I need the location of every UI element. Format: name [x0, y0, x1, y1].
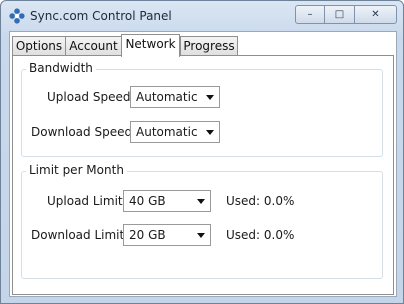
limit-group-title: Limit per Month — [26, 163, 127, 177]
tab-account[interactable]: Account — [65, 36, 122, 56]
chevron-down-icon — [206, 95, 214, 100]
tab-progress[interactable]: Progress — [180, 36, 238, 56]
maximize-icon: □ — [334, 9, 345, 20]
minimize-button[interactable]: – — [295, 5, 325, 24]
tab-network[interactable]: Network — [121, 34, 180, 57]
bandwidth-group-title: Bandwidth — [26, 61, 96, 75]
chevron-down-icon — [197, 199, 205, 204]
download-speed-select[interactable]: Automatic — [130, 121, 220, 143]
close-button[interactable]: ✕ — [355, 5, 397, 24]
minimize-icon: – — [307, 9, 313, 20]
client-area: Options Account Network Progress Bandwid… — [9, 31, 397, 297]
download-used-text: Used: 0.0% — [226, 228, 295, 242]
upload-speed-value: Automatic — [136, 90, 198, 104]
upload-limit-select[interactable]: 40 GB — [123, 190, 211, 212]
network-tab-panel: Bandwidth Upload Speed Automatic Downloa… — [12, 55, 394, 295]
upload-speed-select[interactable]: Automatic — [130, 86, 220, 108]
upload-used-text: Used: 0.0% — [226, 194, 295, 208]
title-bar[interactable]: Sync.com Control Panel – □ ✕ — [1, 1, 403, 31]
sync-logo-icon — [9, 8, 25, 24]
download-limit-value: 20 GB — [129, 228, 166, 242]
upload-limit-value: 40 GB — [129, 194, 166, 208]
tab-options[interactable]: Options — [12, 36, 66, 56]
window-controls: – □ ✕ — [295, 5, 397, 25]
window: Sync.com Control Panel – □ ✕ Options Acc… — [0, 0, 404, 304]
maximize-button[interactable]: □ — [325, 5, 355, 24]
download-speed-value: Automatic — [136, 125, 198, 139]
close-icon: ✕ — [371, 9, 380, 20]
download-limit-select[interactable]: 20 GB — [123, 224, 211, 246]
upload-speed-label: Upload Speed — [47, 90, 131, 104]
chevron-down-icon — [206, 130, 214, 135]
download-speed-label: Download Speed — [31, 125, 133, 139]
limit-per-month-group: Limit per Month Upload Limit 40 GB Used:… — [21, 163, 383, 279]
window-title: Sync.com Control Panel — [30, 9, 172, 23]
chevron-down-icon — [197, 233, 205, 238]
bandwidth-group: Bandwidth Upload Speed Automatic Downloa… — [21, 61, 383, 157]
upload-limit-label: Upload Limit — [47, 194, 123, 208]
download-limit-label: Download Limit — [31, 228, 125, 242]
